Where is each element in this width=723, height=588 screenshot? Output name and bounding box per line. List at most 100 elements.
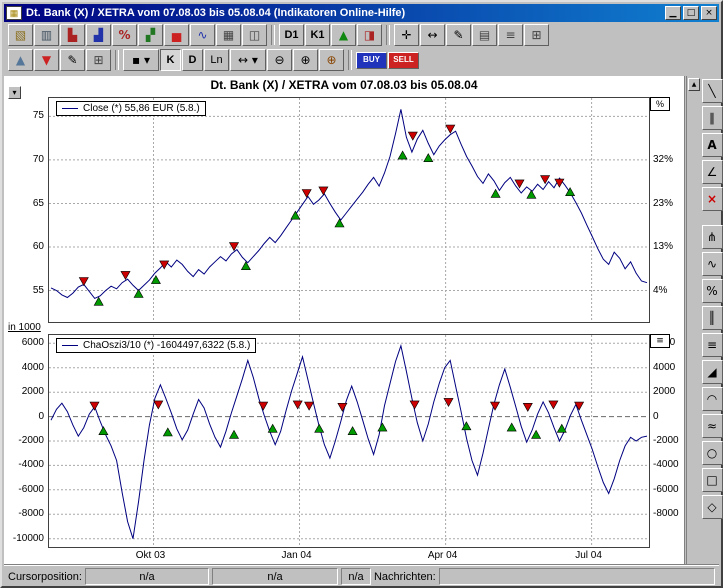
y-axis-right-tick-label: -6000 <box>653 484 679 495</box>
wave-tool-icon: ≈ <box>707 419 717 433</box>
y-axis-tick-label: 65 <box>4 198 44 209</box>
pitchfork-tool-icon: ⋔ <box>707 230 717 244</box>
zigzag-tool[interactable]: ∿ <box>702 252 723 276</box>
minimize-button[interactable]: ▁ <box>665 6 681 20</box>
zoom-range-button[interactable]: ⊕ <box>319 49 344 71</box>
scroll-up-button[interactable]: ▲ <box>688 78 700 91</box>
y-axis-right-tick-label: 23% <box>653 198 673 209</box>
candle-mode-button[interactable]: K <box>160 49 181 71</box>
indicator-pane[interactable] <box>48 334 650 548</box>
daily-mode-button-icon: D <box>189 55 197 66</box>
draw-indicator-button[interactable]: ✎ <box>60 49 85 71</box>
wave-tool[interactable]: ≈ <box>702 414 723 438</box>
toolbar-separator <box>348 50 352 70</box>
pane-selector-button[interactable]: ▾ <box>8 86 21 99</box>
window-title: Dt. Bank (X) / XETRA vom 07.08.03 bis 05… <box>26 7 663 19</box>
measure-tool[interactable]: ◇ <box>702 495 723 519</box>
copy-chart-button[interactable]: ▥ <box>34 24 59 46</box>
sell-marker <box>121 271 130 279</box>
ellipse-tool[interactable]: ○ <box>702 441 723 465</box>
daily-mode-button[interactable]: D <box>182 49 203 71</box>
move-mode-button[interactable]: ↔ <box>420 24 445 46</box>
pane-options-button[interactable]: ≡ <box>650 334 670 348</box>
signal-dots-button-icon: ▞ <box>146 29 155 41</box>
close-button[interactable]: × <box>701 6 717 20</box>
signal-markers-button[interactable]: ▼ <box>34 49 59 71</box>
sell-marker <box>302 190 311 198</box>
y-axis-tick-label: -6000 <box>4 484 44 495</box>
x-axis-tick-label: Jan 04 <box>275 550 319 561</box>
y-axis-tick-label: -10000 <box>4 533 44 544</box>
sell-button[interactable]: SELL <box>388 52 419 69</box>
parallel-lines-tool[interactable]: ∥ <box>702 106 723 130</box>
compare-chart-button[interactable]: ▟ <box>86 24 111 46</box>
chart-grid-button-icon: ⊞ <box>93 54 103 66</box>
vertical-grid-tool-icon: ║ <box>708 311 715 325</box>
log-scale-button[interactable]: Ln <box>204 49 229 71</box>
pointer-mode-select[interactable]: ↔ ▾ <box>230 49 266 71</box>
percent-view-button[interactable]: % <box>112 24 137 46</box>
sell-marker <box>444 398 453 406</box>
zoom-in-button[interactable]: ⊕ <box>293 49 318 71</box>
crosshair-button[interactable]: ✛ <box>394 24 419 46</box>
line-chart-button[interactable]: ∿ <box>190 24 215 46</box>
signal-dots-button[interactable]: ▞ <box>138 24 163 46</box>
indicator-pane-plot <box>49 335 649 547</box>
buy-marker <box>348 427 357 435</box>
app-icon-glyph: ▦ <box>10 8 19 19</box>
area-chart-button[interactable]: ▲ <box>8 49 33 71</box>
buy-marker <box>230 430 239 438</box>
delete-drawing-tool-icon: × <box>707 192 717 206</box>
zoom-out-button[interactable]: ⊖ <box>267 49 292 71</box>
titlebar[interactable]: ▦ Dt. Bank (X) / XETRA vom 07.08.03 bis … <box>4 4 719 22</box>
text-tool[interactable]: A <box>702 133 723 157</box>
x-axis-tick-label: Okt 03 <box>129 550 173 561</box>
delete-drawing-tool[interactable]: × <box>702 187 723 211</box>
indicator-up-button-icon: ▲ <box>339 29 348 41</box>
split-view-button-icon: ◨ <box>364 29 375 41</box>
area-chart-button-icon: ▲ <box>16 54 25 66</box>
sell-marker <box>523 403 532 411</box>
rectangle-tool[interactable]: □ <box>702 468 723 492</box>
edit-pencil-button[interactable]: ✎ <box>446 24 471 46</box>
new-chart-button[interactable]: ▧ <box>8 24 33 46</box>
compare-chart-button-icon: ▟ <box>94 29 103 41</box>
buy-button-icon: BUY <box>363 56 380 64</box>
main-toolbar: ▧▥▙ ▟% ▞ ▅∿▦◫ D1K1 ▲ ◨ ✛↔✎▤≡⊞ <box>4 23 719 47</box>
sell-marker <box>293 401 302 409</box>
indicator-up-button[interactable]: ▲ <box>331 24 356 46</box>
save-chart-button[interactable]: ◫ <box>242 24 267 46</box>
vertical-grid-tool[interactable]: ║ <box>702 306 723 330</box>
sell-marker <box>549 401 558 409</box>
percent-axis-label: % <box>656 100 664 109</box>
trendline-tool[interactable]: ╲ <box>702 79 723 103</box>
split-view-button[interactable]: ◨ <box>357 24 382 46</box>
quote-list-button[interactable]: ≡ <box>498 24 523 46</box>
interval-k1-button[interactable]: K1 <box>305 24 330 46</box>
layout-button[interactable]: ⊞ <box>524 24 549 46</box>
sell-marker <box>338 403 347 411</box>
line-style-select-icon: ▪ ▾ <box>132 54 150 66</box>
window-frame: ▦ Dt. Bank (X) / XETRA vom 07.08.03 bis … <box>0 0 723 588</box>
price-pane[interactable] <box>48 97 650 323</box>
fan-lines-tool[interactable]: ◢ <box>702 360 723 384</box>
arc-tool[interactable]: ◠ <box>702 387 723 411</box>
maximize-button[interactable]: □ <box>683 6 699 20</box>
percent-axis-button[interactable]: % <box>650 97 670 111</box>
x-axis-tick-label: Apr 04 <box>421 550 465 561</box>
buy-button[interactable]: BUY <box>356 52 387 69</box>
buy-marker <box>507 423 516 431</box>
notes-button[interactable]: ▤ <box>472 24 497 46</box>
angle-tool[interactable]: ∠ <box>702 160 723 184</box>
horizontal-grid-tool[interactable]: ≡ <box>702 333 723 357</box>
histogram-button[interactable]: ▅ <box>164 24 189 46</box>
interval-d1-button[interactable]: D1 <box>279 24 304 46</box>
line-style-select[interactable]: ▪ ▾ <box>123 49 159 71</box>
pitchfork-tool[interactable]: ⋔ <box>702 225 723 249</box>
chart-grid-button[interactable]: ⊞ <box>86 49 111 71</box>
price-type-button[interactable]: ▙ <box>60 24 85 46</box>
indicator-legend-text: ChaOszi3/10 (*) -1604497,6322 (5.8.) <box>83 340 250 351</box>
percent-lines-tool-icon: % <box>706 284 717 298</box>
table-button[interactable]: ▦ <box>216 24 241 46</box>
percent-lines-tool[interactable]: % <box>702 279 723 303</box>
